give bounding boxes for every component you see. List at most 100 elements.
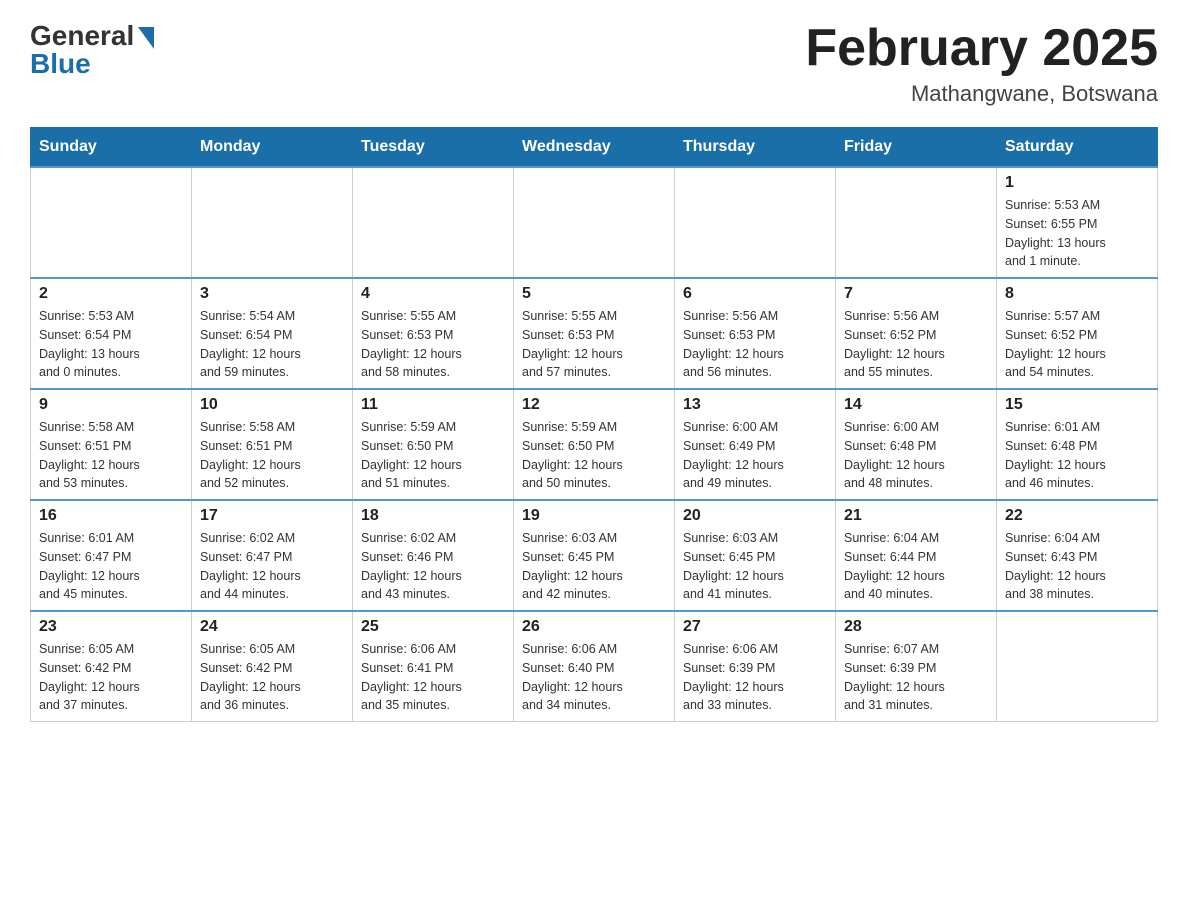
day-number: 21 [844, 507, 988, 525]
calendar-cell: 1 Sunrise: 5:53 AMSunset: 6:55 PMDaylight… [997, 167, 1158, 278]
day-number: 17 [200, 507, 344, 525]
day-info: Sunrise: 5:58 AMSunset: 6:51 PMDaylight:… [39, 418, 183, 493]
calendar-cell: 3 Sunrise: 5:54 AMSunset: 6:54 PMDaylight… [192, 278, 353, 389]
calendar-table: SundayMondayTuesdayWednesdayThursdayFrid… [30, 127, 1158, 722]
calendar-cell: 4 Sunrise: 5:55 AMSunset: 6:53 PMDaylight… [353, 278, 514, 389]
day-number: 9 [39, 396, 183, 414]
day-number: 1 [1005, 174, 1149, 192]
day-info: Sunrise: 5:54 AMSunset: 6:54 PMDaylight:… [200, 307, 344, 382]
calendar-cell: 22 Sunrise: 6:04 AMSunset: 6:43 PMDayligh… [997, 500, 1158, 611]
calendar-cell: 7Sunrise: 5:56 AMSunset: 6:52 PMDaylight… [836, 278, 997, 389]
day-info: Sunrise: 6:02 AMSunset: 6:47 PMDaylight:… [200, 529, 344, 604]
calendar-week-row: 23 Sunrise: 6:05 AMSunset: 6:42 PMDayligh… [31, 611, 1158, 722]
calendar-cell: 24 Sunrise: 6:05 AMSunset: 6:42 PMDayligh… [192, 611, 353, 722]
calendar-cell: 20 Sunrise: 6:03 AMSunset: 6:45 PMDayligh… [675, 500, 836, 611]
day-info: Sunrise: 6:06 AMSunset: 6:39 PMDaylight:… [683, 640, 827, 715]
day-info: Sunrise: 5:53 AMSunset: 6:55 PMDaylight:… [1005, 196, 1149, 271]
day-info: Sunrise: 6:06 AMSunset: 6:41 PMDaylight:… [361, 640, 505, 715]
calendar-cell: 25 Sunrise: 6:06 AMSunset: 6:41 PMDayligh… [353, 611, 514, 722]
day-info: Sunrise: 6:00 AMSunset: 6:48 PMDaylight:… [844, 418, 988, 493]
day-of-week-header: Tuesday [353, 128, 514, 168]
day-info: Sunrise: 5:53 AMSunset: 6:54 PMDaylight:… [39, 307, 183, 382]
month-title: February 2025 [805, 20, 1158, 77]
day-number: 26 [522, 618, 666, 636]
calendar-cell: 26 Sunrise: 6:06 AMSunset: 6:40 PMDayligh… [514, 611, 675, 722]
calendar-cell: 23 Sunrise: 6:05 AMSunset: 6:42 PMDayligh… [31, 611, 192, 722]
calendar-week-row: 2 Sunrise: 5:53 AMSunset: 6:54 PMDaylight… [31, 278, 1158, 389]
calendar-cell [31, 167, 192, 278]
day-info: Sunrise: 6:05 AMSunset: 6:42 PMDaylight:… [200, 640, 344, 715]
day-number: 23 [39, 618, 183, 636]
calendar-cell: 17 Sunrise: 6:02 AMSunset: 6:47 PMDayligh… [192, 500, 353, 611]
calendar-cell [514, 167, 675, 278]
day-of-week-header: Wednesday [514, 128, 675, 168]
day-number: 3 [200, 285, 344, 303]
calendar-cell: 28Sunrise: 6:07 AMSunset: 6:39 PMDayligh… [836, 611, 997, 722]
calendar-cell: 10 Sunrise: 5:58 AMSunset: 6:51 PMDayligh… [192, 389, 353, 500]
calendar-cell: 5 Sunrise: 5:55 AMSunset: 6:53 PMDaylight… [514, 278, 675, 389]
day-number: 20 [683, 507, 827, 525]
day-info: Sunrise: 6:04 AMSunset: 6:43 PMDaylight:… [1005, 529, 1149, 604]
day-number: 12 [522, 396, 666, 414]
day-info: Sunrise: 5:58 AMSunset: 6:51 PMDaylight:… [200, 418, 344, 493]
calendar-week-row: 16 Sunrise: 6:01 AMSunset: 6:47 PMDayligh… [31, 500, 1158, 611]
day-number: 22 [1005, 507, 1149, 525]
day-info: Sunrise: 5:55 AMSunset: 6:53 PMDaylight:… [361, 307, 505, 382]
calendar-cell: 21 Sunrise: 6:04 AMSunset: 6:44 PMDayligh… [836, 500, 997, 611]
calendar-cell: 15 Sunrise: 6:01 AMSunset: 6:48 PMDayligh… [997, 389, 1158, 500]
calendar-cell: 14 Sunrise: 6:00 AMSunset: 6:48 PMDayligh… [836, 389, 997, 500]
day-number: 10 [200, 396, 344, 414]
day-info: Sunrise: 5:59 AMSunset: 6:50 PMDaylight:… [522, 418, 666, 493]
day-number: 5 [522, 285, 666, 303]
day-of-week-header: Sunday [31, 128, 192, 168]
day-of-week-header: Monday [192, 128, 353, 168]
logo: General Blue [30, 20, 154, 80]
day-number: 19 [522, 507, 666, 525]
calendar-week-row: 9 Sunrise: 5:58 AMSunset: 6:51 PMDaylight… [31, 389, 1158, 500]
day-number: 27 [683, 618, 827, 636]
calendar-cell: 11 Sunrise: 5:59 AMSunset: 6:50 PMDayligh… [353, 389, 514, 500]
day-number: 24 [200, 618, 344, 636]
day-info: Sunrise: 6:02 AMSunset: 6:46 PMDaylight:… [361, 529, 505, 604]
calendar-cell: 16 Sunrise: 6:01 AMSunset: 6:47 PMDayligh… [31, 500, 192, 611]
day-number: 4 [361, 285, 505, 303]
calendar-cell: 27 Sunrise: 6:06 AMSunset: 6:39 PMDayligh… [675, 611, 836, 722]
calendar-cell: 19 Sunrise: 6:03 AMSunset: 6:45 PMDayligh… [514, 500, 675, 611]
day-info: Sunrise: 5:55 AMSunset: 6:53 PMDaylight:… [522, 307, 666, 382]
calendar-cell [353, 167, 514, 278]
page-header: General Blue February 2025 Mathangwane, … [30, 20, 1158, 107]
title-block: February 2025 Mathangwane, Botswana [805, 20, 1158, 107]
day-number: 25 [361, 618, 505, 636]
day-info: Sunrise: 6:06 AMSunset: 6:40 PMDaylight:… [522, 640, 666, 715]
day-number: 2 [39, 285, 183, 303]
day-info: Sunrise: 5:59 AMSunset: 6:50 PMDaylight:… [361, 418, 505, 493]
day-of-week-header: Thursday [675, 128, 836, 168]
day-info: Sunrise: 6:01 AMSunset: 6:48 PMDaylight:… [1005, 418, 1149, 493]
day-info: Sunrise: 5:56 AMSunset: 6:53 PMDaylight:… [683, 307, 827, 382]
calendar-header-row: SundayMondayTuesdayWednesdayThursdayFrid… [31, 128, 1158, 168]
calendar-week-row: 1 Sunrise: 5:53 AMSunset: 6:55 PMDaylight… [31, 167, 1158, 278]
day-info: Sunrise: 6:01 AMSunset: 6:47 PMDaylight:… [39, 529, 183, 604]
location: Mathangwane, Botswana [805, 81, 1158, 107]
day-number: 14 [844, 396, 988, 414]
day-number: 18 [361, 507, 505, 525]
calendar-cell: 6 Sunrise: 5:56 AMSunset: 6:53 PMDaylight… [675, 278, 836, 389]
calendar-cell [997, 611, 1158, 722]
day-info: Sunrise: 6:03 AMSunset: 6:45 PMDaylight:… [683, 529, 827, 604]
day-info: Sunrise: 6:04 AMSunset: 6:44 PMDaylight:… [844, 529, 988, 604]
day-number: 16 [39, 507, 183, 525]
day-info: Sunrise: 6:03 AMSunset: 6:45 PMDaylight:… [522, 529, 666, 604]
day-info: Sunrise: 6:07 AMSunset: 6:39 PMDaylight:… [844, 640, 988, 715]
day-number: 15 [1005, 396, 1149, 414]
calendar-cell [675, 167, 836, 278]
day-info: Sunrise: 6:05 AMSunset: 6:42 PMDaylight:… [39, 640, 183, 715]
day-info: Sunrise: 5:57 AMSunset: 6:52 PMDaylight:… [1005, 307, 1149, 382]
day-number: 11 [361, 396, 505, 414]
calendar-cell: 13Sunrise: 6:00 AMSunset: 6:49 PMDayligh… [675, 389, 836, 500]
calendar-cell: 18 Sunrise: 6:02 AMSunset: 6:46 PMDayligh… [353, 500, 514, 611]
day-number: 6 [683, 285, 827, 303]
calendar-cell [836, 167, 997, 278]
day-info: Sunrise: 6:00 AMSunset: 6:49 PMDaylight:… [683, 418, 827, 493]
day-of-week-header: Saturday [997, 128, 1158, 168]
logo-arrow-icon [138, 27, 154, 49]
